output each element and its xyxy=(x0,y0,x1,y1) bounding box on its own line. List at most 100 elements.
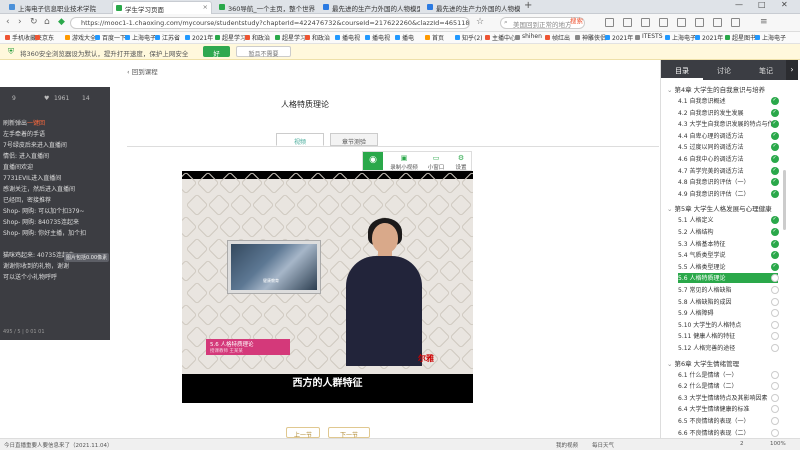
bookmark-item[interactable]: 2021年 xyxy=(604,33,633,42)
bookmark-item[interactable]: shihen xyxy=(514,33,542,40)
browser-tab[interactable]: 最先进的生产力外国的人物模型I xyxy=(320,1,420,14)
extension-icon[interactable] xyxy=(713,18,722,27)
section-item[interactable]: 6.5 不良情绪的表现（一） xyxy=(678,416,778,426)
extension-icon[interactable] xyxy=(695,18,704,27)
minimize-icon[interactable]: — xyxy=(735,0,743,9)
section-item[interactable]: 5.9 人格障碍 xyxy=(678,308,778,318)
extension-icon[interactable] xyxy=(731,18,740,27)
extension-icon[interactable] xyxy=(623,18,632,27)
extension-icon[interactable] xyxy=(605,18,614,27)
video-player[interactable]: 健康教育 5.6 人格特质理论 授课教师 王某某 尔雅 西方的人群特征 xyxy=(182,171,473,403)
mini-window-button[interactable]: ▭ 小窗口 xyxy=(423,154,449,171)
bookmark-item[interactable]: 超星学习 xyxy=(214,33,246,42)
weather-link[interactable]: 每日天气 xyxy=(592,441,614,449)
section-item[interactable]: 4.3 大学生自我意识发展的特点与作用子... xyxy=(678,119,778,129)
previous-section-button[interactable]: 上一节 xyxy=(286,427,320,439)
news-link[interactable]: 重要人要信息来了（2021.11.04） xyxy=(26,441,113,449)
chapter-heading[interactable]: ⌄ 第6章 大学生情绪管理 xyxy=(667,358,739,368)
section-item[interactable]: 4.7 苦学完美的调适方法 xyxy=(678,166,778,176)
section-item[interactable]: 6.2 什么是情绪（二） xyxy=(678,381,778,391)
chapter-heading[interactable]: ⌄ 第5章 大学生人格发展与心理健康 xyxy=(667,203,772,213)
section-item[interactable]: 5.11 健康人格的特征 xyxy=(678,331,778,341)
live-link[interactable]: 今日直播 xyxy=(4,441,26,449)
url-input[interactable]: https://mooc1-1.chaoxing.com/mycourse/st… xyxy=(70,17,470,29)
bookmark-item[interactable]: 主播中心 xyxy=(484,33,516,42)
my-video-link[interactable]: 我的视频 xyxy=(556,441,578,449)
section-item[interactable]: 6.4 大学生情绪健康的标准 xyxy=(678,404,778,414)
bookmark-item[interactable]: ITESTS xyxy=(634,33,663,40)
download-count[interactable]: 2 xyxy=(740,441,744,447)
close-window-icon[interactable]: ✕ xyxy=(781,0,788,9)
tab-chapter-quiz[interactable]: 章节测验 xyxy=(330,133,378,146)
bookmark-item[interactable]: 江苏省 xyxy=(154,33,180,42)
bookmark-item[interactable]: 超星图书 xyxy=(724,33,756,42)
tab-discussion[interactable]: 讨论 xyxy=(703,60,745,80)
tab-catalog[interactable]: 目录 xyxy=(661,60,703,80)
back-icon[interactable]: ‹ xyxy=(6,17,10,27)
zoom-level[interactable]: 100% xyxy=(770,441,786,447)
browser-tab[interactable]: 360导航_一个主页，整个世界 xyxy=(216,1,316,14)
bookmark-item[interactable]: 游戏大全 xyxy=(64,33,96,42)
bookmark-item[interactable]: 播电视 xyxy=(364,33,390,42)
browser-tab[interactable]: 上海电子信息职业技术学院 xyxy=(6,1,110,14)
bookmark-item[interactable]: 播电 xyxy=(394,33,414,42)
set-default-button[interactable]: 好 xyxy=(203,46,230,58)
home-icon[interactable]: ⌂ xyxy=(44,17,50,27)
browser-tab-active[interactable]: 学生学习页面 × xyxy=(112,1,212,14)
section-item[interactable]: 5.3 人格基本特征 xyxy=(678,239,778,249)
section-item[interactable]: 4.4 自卑心理的调适方法 xyxy=(678,131,778,141)
tab-notes[interactable]: 笔记 xyxy=(745,60,787,80)
bookmark-item[interactable]: 和政治 xyxy=(244,33,270,42)
browser-tab[interactable]: 最先进的生产力外国的人物模型I xyxy=(424,1,520,14)
bookmark-item[interactable]: 播电视 xyxy=(334,33,360,42)
next-section-button[interactable]: 下一节 xyxy=(328,427,370,439)
section-item[interactable]: 6.6 不良情绪的表现（二） xyxy=(678,428,778,438)
bookmark-star-icon[interactable]: ☆ xyxy=(476,17,484,27)
section-item[interactable]: 5.12 人格完善的途径 xyxy=(678,343,778,353)
section-item[interactable]: 4.9 自我意识的评估（二） xyxy=(678,189,778,199)
bookmark-item[interactable]: 和政治 xyxy=(304,33,330,42)
bookmark-item[interactable]: 上海电子 xyxy=(754,33,786,42)
bookmark-item[interactable]: 京东 xyxy=(34,33,54,42)
section-item[interactable]: 4.6 自我中心的调适方法 xyxy=(678,154,778,164)
menu-icon[interactable]: ≡ xyxy=(760,17,768,27)
bookmark-item[interactable]: 上海电子 xyxy=(664,33,696,42)
bookmark-item[interactable]: 知乎(2) xyxy=(454,33,483,42)
extension-icon[interactable] xyxy=(659,18,668,27)
section-item[interactable]: 5.4 气质类型学说 xyxy=(678,250,778,260)
bookmark-item[interactable]: 帧红出 xyxy=(544,33,570,42)
record-video-button[interactable]: ▣ 录制小视频 xyxy=(387,154,421,171)
bookmark-item[interactable]: 2021年 xyxy=(184,33,213,42)
section-item[interactable]: 5.8 人格缺陷的成因 xyxy=(678,297,778,307)
section-item[interactable]: 5.7 常见的人格缺陷 xyxy=(678,285,778,295)
section-item[interactable]: 5.1 人格定义 xyxy=(678,215,778,225)
section-item[interactable]: 5.5 人格类型理论 xyxy=(678,262,778,272)
section-item[interactable]: 4.5 过度以同的调适方法 xyxy=(678,142,778,152)
forward-icon[interactable]: › xyxy=(18,17,22,27)
bookmark-item[interactable]: 百度一下 xyxy=(94,33,126,42)
section-item[interactable]: 5.6 人格特质理论 xyxy=(678,273,778,284)
collapse-panel-button[interactable]: › xyxy=(786,60,798,80)
section-item[interactable]: 4.1 自我意识概述 xyxy=(678,96,778,106)
search-button[interactable]: 搜索 xyxy=(570,15,583,25)
section-item[interactable]: 6.1 什么是情绪（一） xyxy=(678,370,778,380)
bookmark-item[interactable]: 首页 xyxy=(424,33,444,42)
section-item[interactable]: 5.2 人格结构 xyxy=(678,227,778,237)
refresh-icon[interactable]: ↻ xyxy=(30,17,38,27)
bookmark-item[interactable]: 超星学习 xyxy=(274,33,306,42)
bookmark-item[interactable]: 神雕侠侣 xyxy=(574,33,606,42)
section-item[interactable]: 4.8 自我意识的评估（一） xyxy=(678,177,778,187)
section-item[interactable]: 4.2 自我意识的发生发展 xyxy=(678,108,778,118)
section-item[interactable]: 6.3 大学生情绪特点及其影响因素 xyxy=(678,393,778,403)
settings-button[interactable]: ⚙ 设置 xyxy=(451,154,471,171)
new-tab-icon[interactable]: + xyxy=(524,0,532,11)
tab-video[interactable]: 视频 xyxy=(276,133,324,146)
close-tab-icon[interactable]: × xyxy=(203,3,208,11)
bookmark-item[interactable]: 上海电子 xyxy=(124,33,156,42)
chapter-heading[interactable]: ⌄ 第4章 大学生的自我意识与培养 xyxy=(667,84,765,94)
maximize-icon[interactable]: □ xyxy=(758,0,766,9)
back-to-course-link[interactable]: ‹ 回到课程 xyxy=(127,66,158,76)
bookmark-item[interactable]: 2021年 xyxy=(694,33,723,42)
panel-scrollbar[interactable] xyxy=(783,170,786,230)
section-item[interactable]: 5.10 大学生的人格特点 xyxy=(678,320,778,330)
